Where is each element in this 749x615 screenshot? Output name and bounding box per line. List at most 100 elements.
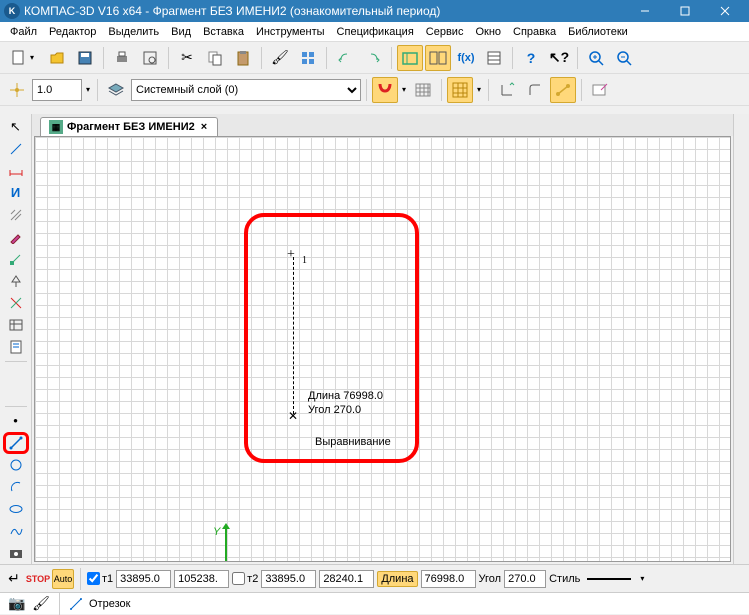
grid-show-button[interactable] [447, 77, 473, 103]
t2-label[interactable]: т2 [232, 572, 258, 585]
hatch-icon[interactable] [3, 204, 29, 225]
close-button[interactable] [705, 0, 745, 22]
redo-button[interactable] [360, 45, 386, 71]
circle-tool-icon[interactable] [3, 455, 29, 476]
drawing-canvas[interactable]: X Y +1 ✕ Длина 76998.0 Угол 270.0 Выравн… [34, 136, 731, 562]
angle-label[interactable]: Угол [479, 573, 502, 585]
preview-button[interactable] [137, 45, 163, 71]
menu-help[interactable]: Справка [507, 24, 562, 40]
document-tab[interactable]: ▦ Фрагмент БЕЗ ИМЕНИ2 × [40, 117, 218, 136]
t2-y-input[interactable] [319, 570, 374, 588]
dimension-icon[interactable] [3, 160, 29, 181]
spec-button[interactable] [481, 45, 507, 71]
length-label[interactable]: Длина [377, 571, 417, 587]
brush-icon[interactable]: 🖌 [32, 595, 50, 613]
edit-icon[interactable] [3, 226, 29, 247]
local-cs-button[interactable] [550, 77, 576, 103]
highlight-frame [244, 213, 419, 463]
undo-button[interactable] [332, 45, 358, 71]
scale-input[interactable] [32, 79, 82, 101]
properties-button[interactable]: 🖌 [267, 45, 293, 71]
document-tab-label: Фрагмент БЕЗ ИМЕНИ2 [67, 121, 195, 133]
view-toolbar: ▾ Системный слой (0) ▾ ▾ [0, 74, 749, 106]
scale-dropdown[interactable]: ▾ [84, 85, 92, 94]
segment-tab-icon [69, 597, 83, 611]
table-icon[interactable] [3, 315, 29, 336]
ellipse-tool-icon[interactable] [3, 499, 29, 520]
snap-dropdown[interactable]: ▾ [400, 85, 408, 94]
round-button[interactable] [522, 77, 548, 103]
t1-x-input[interactable] [116, 570, 171, 588]
segment-tool-icon[interactable] [3, 432, 29, 453]
end-point-cursor: ✕ [288, 409, 298, 423]
grid-dropdown[interactable]: ▾ [475, 85, 483, 94]
vertical-scrollbar[interactable] [733, 114, 749, 564]
camera2-icon[interactable]: 📷 [8, 595, 26, 613]
manager-button[interactable] [425, 45, 451, 71]
minimize-button[interactable] [625, 0, 665, 22]
property-bar: ↵ STOP Auto т1 т2 Длина Угол Стиль ▾ [0, 564, 749, 592]
context-help-button[interactable]: ↖? [546, 45, 572, 71]
zoom-in-button[interactable] [583, 45, 609, 71]
layer-select[interactable]: Системный слой (0) [131, 79, 361, 101]
spline-tool-icon[interactable] [3, 521, 29, 542]
tangent-icon[interactable] [3, 293, 29, 314]
menu-editor[interactable]: Редактор [43, 24, 102, 40]
menu-file[interactable]: Файл [4, 24, 43, 40]
params-icon[interactable] [3, 249, 29, 270]
point-tool-icon[interactable]: • [3, 410, 29, 431]
paste-button[interactable] [230, 45, 256, 71]
cursor-icon[interactable]: ↖ [3, 116, 29, 137]
layer-icon[interactable] [103, 77, 129, 103]
maximize-button[interactable] [665, 0, 705, 22]
zoom-out-button[interactable] [611, 45, 637, 71]
text-icon[interactable]: И [3, 182, 29, 203]
fragment-icon: ▦ [49, 120, 63, 134]
app-icon: K [4, 3, 20, 19]
edit-sketch-button[interactable] [587, 77, 613, 103]
menu-select[interactable]: Выделить [102, 24, 165, 40]
t1-label[interactable]: т1 [87, 572, 113, 585]
auto-button[interactable]: Auto [52, 569, 74, 589]
length-input[interactable] [421, 570, 476, 588]
menu-service[interactable]: Сервис [420, 24, 470, 40]
left-tool-panel: ↖ И • [0, 114, 32, 564]
open-button[interactable] [44, 45, 70, 71]
measure-icon[interactable] [3, 271, 29, 292]
camera-icon[interactable] [3, 543, 29, 564]
snap-toggle[interactable] [372, 77, 398, 103]
layers-button[interactable] [295, 45, 321, 71]
t2-x-input[interactable] [261, 570, 316, 588]
ortho-button[interactable] [494, 77, 520, 103]
property-tab-label[interactable]: Отрезок [89, 598, 130, 610]
hint-align: Выравнивание [315, 435, 391, 449]
library-button[interactable] [397, 45, 423, 71]
tab-close-button[interactable]: × [199, 121, 209, 133]
menu-window[interactable]: Окно [469, 24, 507, 40]
grid-toggle[interactable] [410, 77, 436, 103]
line-geom-icon[interactable] [3, 138, 29, 159]
style-preview[interactable] [587, 578, 631, 580]
angle-input[interactable] [504, 570, 546, 588]
style-dropdown[interactable]: ▾ [638, 574, 646, 583]
variables-button[interactable]: f(x) [453, 45, 479, 71]
save-button[interactable] [72, 45, 98, 71]
menu-spec[interactable]: Спецификация [331, 24, 420, 40]
menu-insert[interactable]: Вставка [197, 24, 250, 40]
t1-y-input[interactable] [174, 570, 229, 588]
menu-libraries[interactable]: Библиотеки [562, 24, 634, 40]
stop-button[interactable]: STOP [27, 569, 49, 589]
arc-tool-icon[interactable] [3, 477, 29, 498]
print-button[interactable] [109, 45, 135, 71]
help-button[interactable]: ? [518, 45, 544, 71]
hint-angle: Угол 270.0 [308, 403, 361, 417]
menu-tools[interactable]: Инструменты [250, 24, 331, 40]
create-object-button[interactable]: ↵ [4, 569, 24, 589]
menu-view[interactable]: Вид [165, 24, 197, 40]
copy-button[interactable] [202, 45, 228, 71]
cut-button[interactable]: ✂ [174, 45, 200, 71]
report-icon[interactable] [3, 337, 29, 358]
snap-button[interactable] [4, 77, 30, 103]
property-tabs-bar: 📷 🖌 Отрезок [0, 592, 749, 614]
new-button[interactable]: ▾ [4, 45, 42, 71]
